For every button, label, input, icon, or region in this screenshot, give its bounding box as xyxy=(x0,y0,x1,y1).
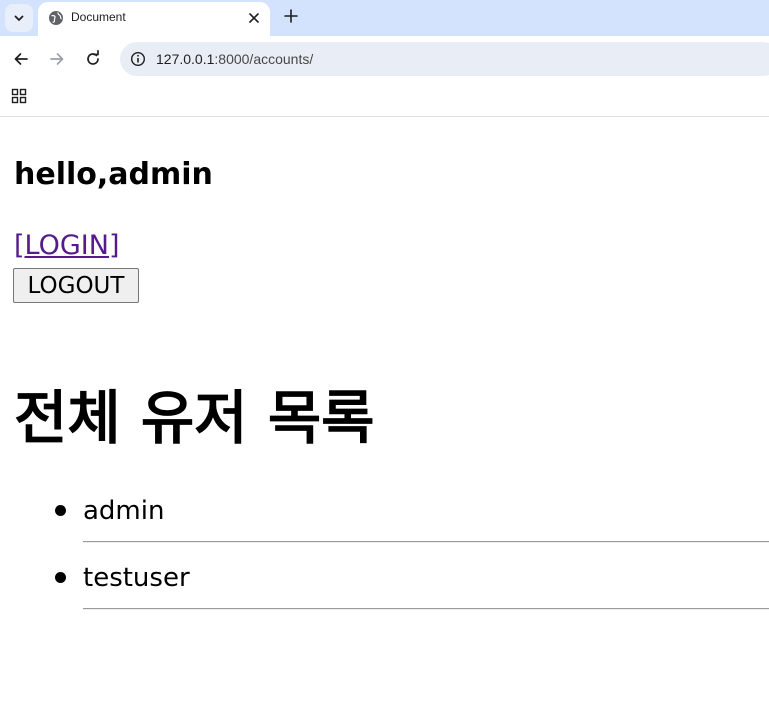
url-text[interactable]: 127.0.0.1:8000/accounts/ xyxy=(156,51,313,67)
active-tab[interactable]: Document xyxy=(38,2,270,36)
page-content: hello,admin [LOGIN] LOGOUT 전체 유저 목록 admi… xyxy=(0,117,769,702)
back-arrow-icon[interactable] xyxy=(11,49,31,69)
bullet-icon xyxy=(55,572,66,583)
browser-toolbar: 127.0.0.1:8000/accounts/ xyxy=(0,36,769,82)
tab-search-button[interactable] xyxy=(5,4,33,32)
globe-icon xyxy=(49,11,63,25)
bullet-icon xyxy=(55,505,66,516)
user-list: admin testuser xyxy=(0,488,769,622)
tab-title: Document xyxy=(71,10,126,24)
username-text: admin xyxy=(83,496,165,526)
new-tab-plus-icon[interactable] xyxy=(281,6,301,26)
apps-grid-icon[interactable] xyxy=(11,88,27,104)
divider xyxy=(83,608,769,610)
forward-arrow-icon[interactable] xyxy=(47,49,67,69)
address-bar[interactable]: 127.0.0.1:8000/accounts/ xyxy=(120,42,769,76)
list-item: admin xyxy=(0,488,769,555)
logout-button[interactable]: LOGOUT xyxy=(13,268,139,303)
username-text: testuser xyxy=(83,563,190,593)
divider xyxy=(83,541,769,543)
list-item: testuser xyxy=(0,555,769,622)
login-link[interactable]: [LOGIN] xyxy=(14,229,119,263)
tab-strip: Document xyxy=(0,0,769,36)
site-info-icon[interactable] xyxy=(130,51,146,67)
users-list-heading: 전체 유저 목록 xyxy=(14,384,375,452)
greeting-heading: hello,admin xyxy=(14,157,213,192)
url-path: :8000/accounts/ xyxy=(214,51,314,67)
reload-icon[interactable] xyxy=(83,49,103,69)
url-host: 127.0.0.1 xyxy=(156,51,215,67)
close-icon[interactable] xyxy=(246,10,262,26)
chevron-down-icon xyxy=(14,15,24,21)
bookmarks-bar xyxy=(0,82,769,117)
